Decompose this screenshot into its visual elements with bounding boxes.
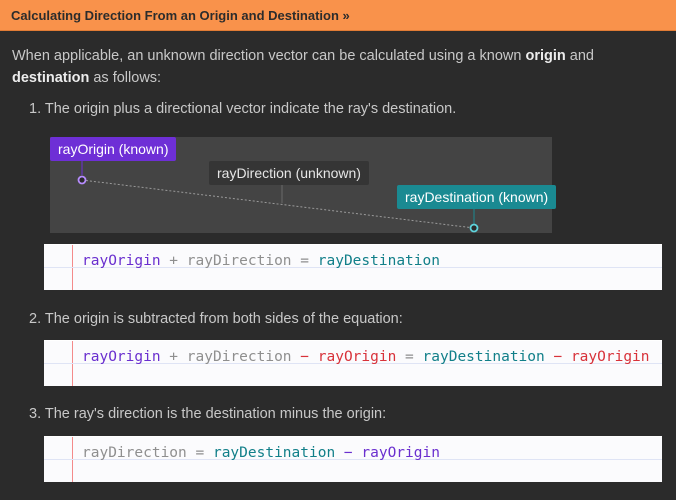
equation-token: rayDestination <box>422 349 545 365</box>
equation-box-3: rayDirection = rayDestination − rayOrigi… <box>44 436 662 482</box>
equation-token: rayOrigin <box>317 349 397 365</box>
step-1-text: 1. The origin plus a directional vector … <box>29 101 457 117</box>
origin-point <box>77 175 87 185</box>
intro-text-3: as follows: <box>89 70 162 86</box>
intro-paragraph: When applicable, an unknown direction ve… <box>12 45 662 89</box>
equation-box-2: rayOrigin + rayDirection − rayOrigin = r… <box>44 340 662 386</box>
step-2-text: 2. The origin is subtracted from both si… <box>29 311 403 327</box>
equation-token: rayDirection <box>186 349 292 365</box>
equation-token: rayOrigin <box>82 253 161 269</box>
equation-3: rayDirection = rayDestination − rayOrigi… <box>82 445 440 461</box>
equation-token: rayOrigin <box>570 349 650 365</box>
equation-token: + <box>160 253 187 269</box>
equation-token: rayOrigin <box>361 445 440 461</box>
intro-text-1: When applicable, an unknown direction ve… <box>12 48 526 64</box>
intro-origin-bold: origin <box>525 48 566 64</box>
equation-box-1: rayOrigin + rayDirection = rayDestinatio… <box>44 244 662 290</box>
ray-diagram: rayOrigin (known) rayDirection (unknown)… <box>50 137 557 233</box>
ray-direction-label: rayDirection (unknown) <box>209 161 369 185</box>
equation-token: rayDirection <box>186 253 292 269</box>
equation-token: − <box>335 445 362 461</box>
equation-token: rayDestination <box>317 253 440 269</box>
intro-text-2: and <box>565 48 594 64</box>
equation-token: = <box>396 349 423 365</box>
equation-token: + <box>160 349 187 365</box>
equation-token: = <box>186 445 213 461</box>
equation-token: − <box>291 349 318 365</box>
ray-origin-label: rayOrigin (known) <box>50 137 177 161</box>
section-title-link[interactable]: Calculating Direction From an Origin and… <box>11 8 350 23</box>
step-3-text: 3. The ray's direction is the destinatio… <box>29 406 387 422</box>
ray-destination-label: rayDestination (known) <box>397 185 557 209</box>
equation-2: rayOrigin + rayDirection − rayOrigin = r… <box>82 349 650 365</box>
equation-1: rayOrigin + rayDirection = rayDestinatio… <box>82 253 440 269</box>
intro-destination-bold: destination <box>12 70 90 86</box>
equation-token: rayOrigin <box>82 349 161 365</box>
section-header: Calculating Direction From an Origin and… <box>0 0 676 31</box>
equation-token: rayDirection <box>82 445 187 461</box>
equation-token: − <box>544 349 571 365</box>
destination-point <box>469 223 479 233</box>
equation-token: = <box>291 253 318 269</box>
equation-token: rayDestination <box>212 445 336 461</box>
